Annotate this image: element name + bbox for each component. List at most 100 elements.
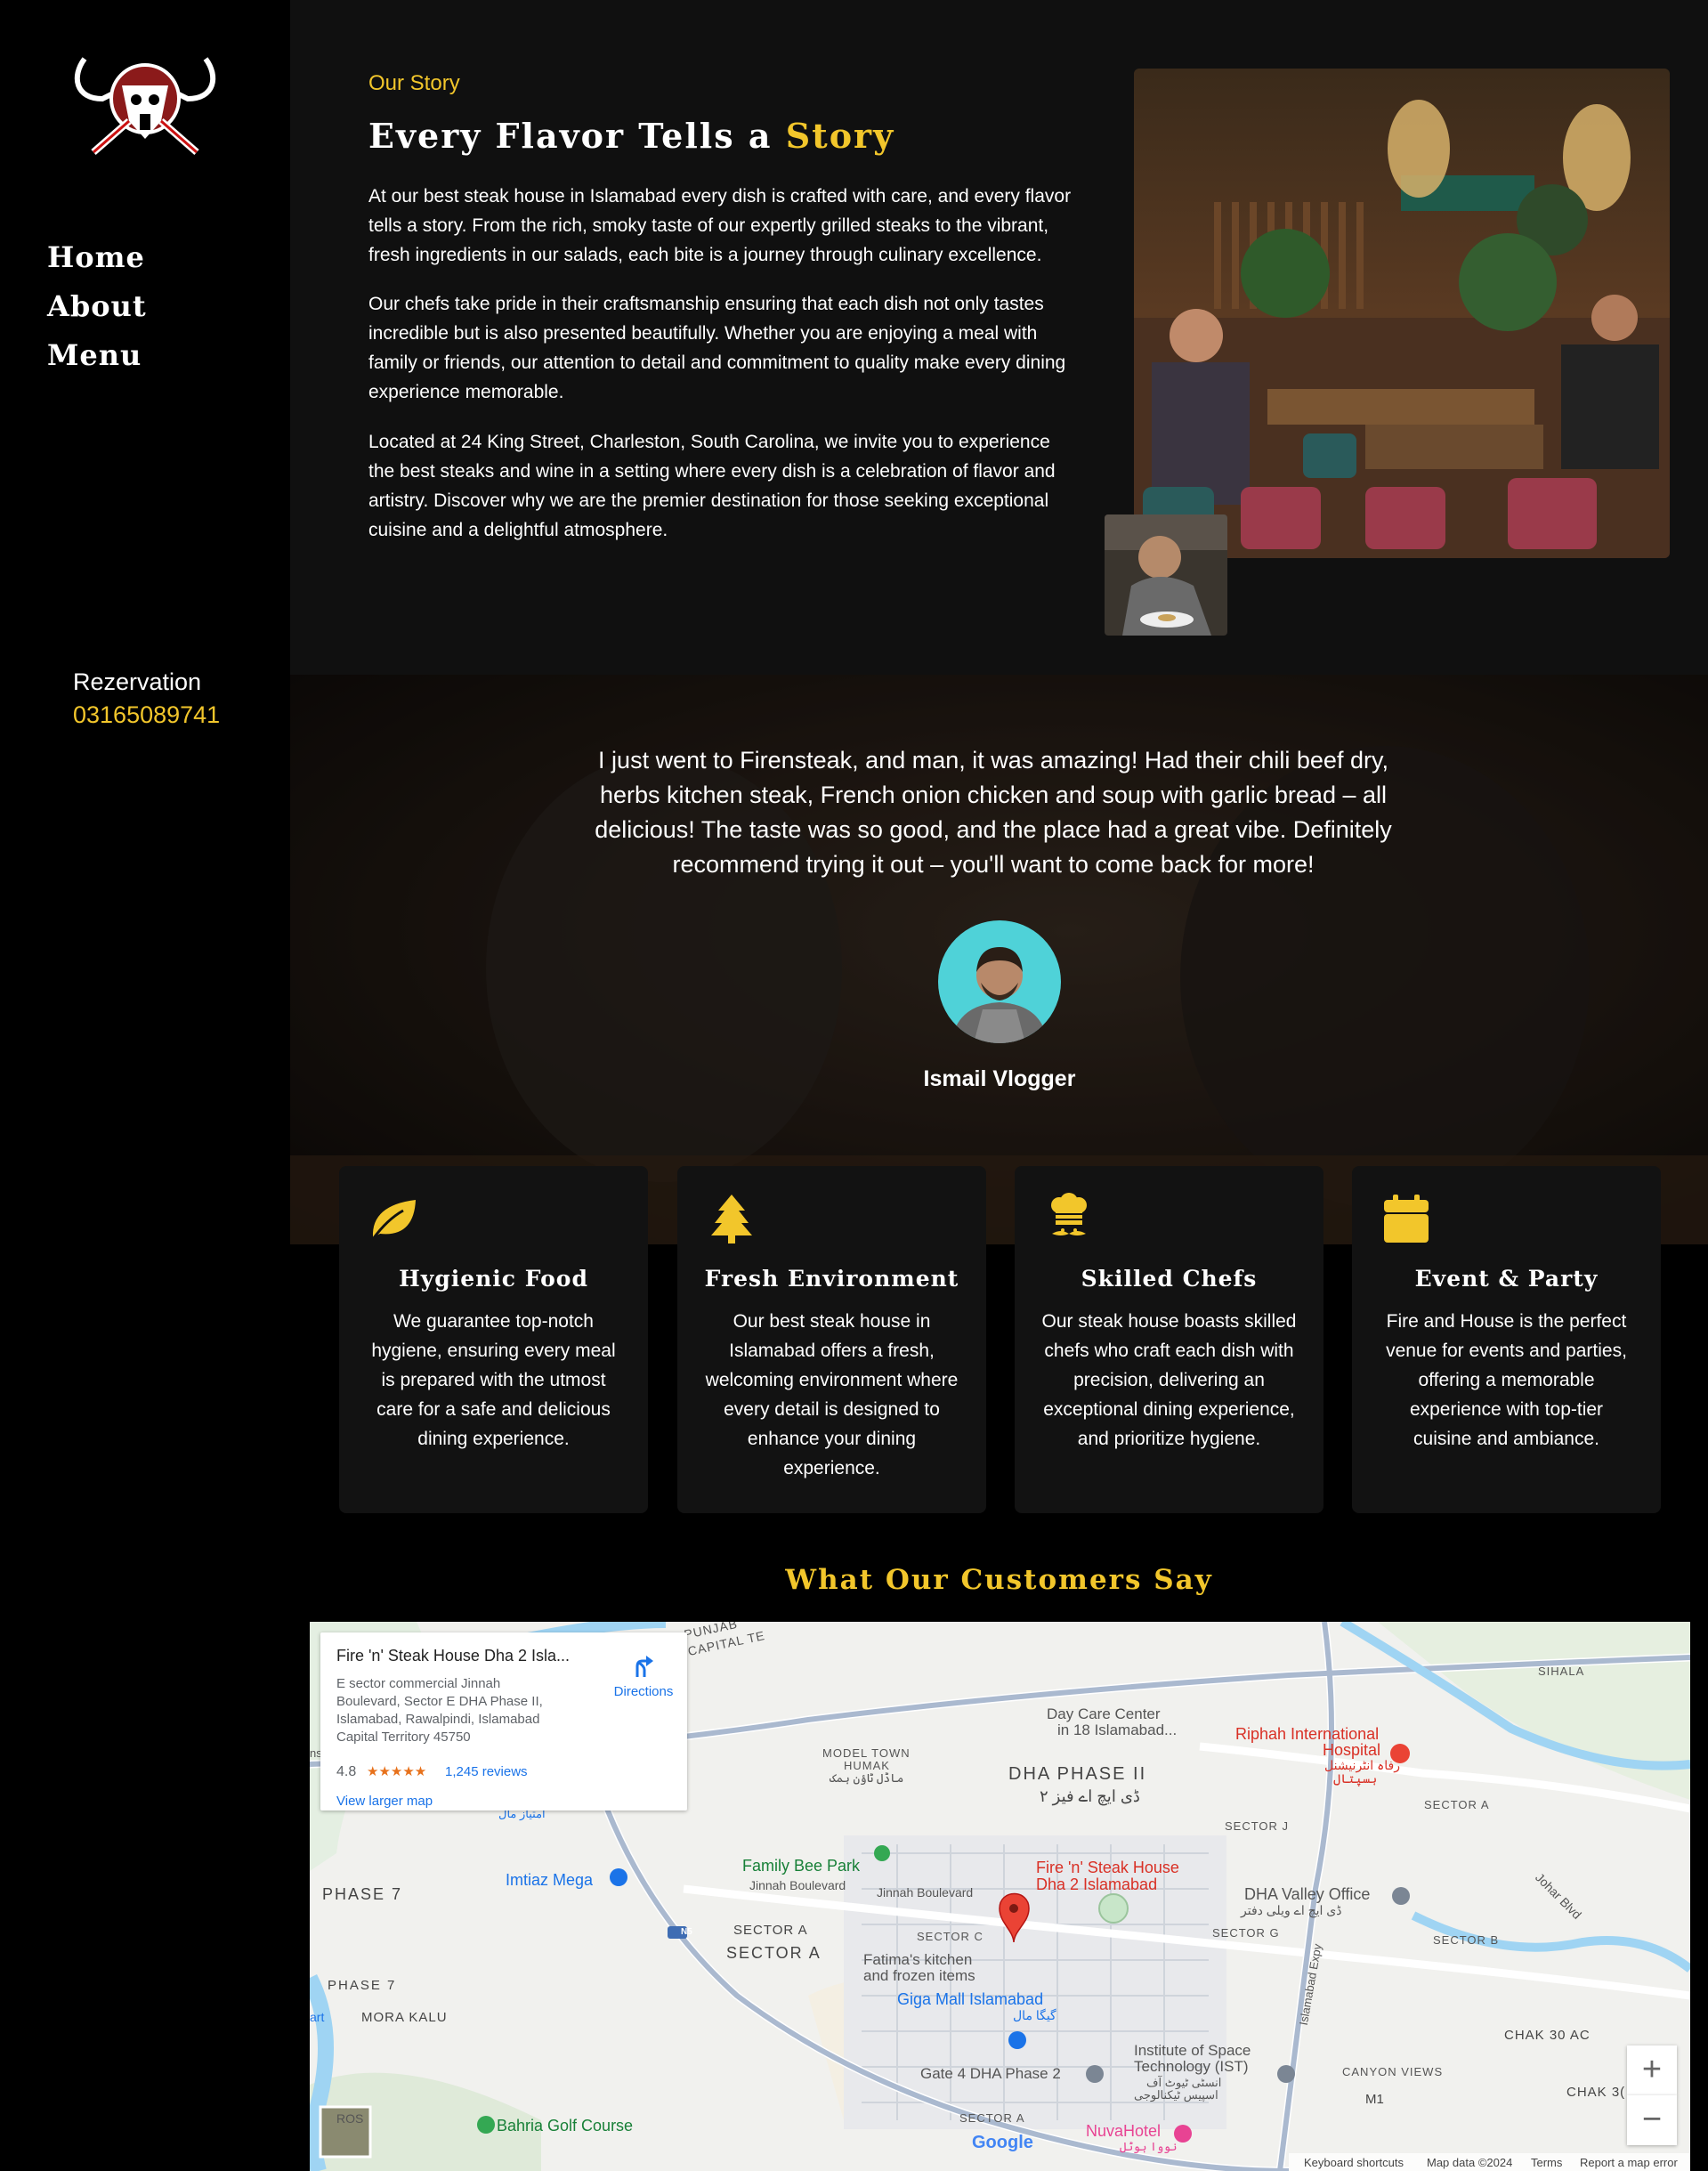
feature-title: Skilled Chefs [1081, 1266, 1258, 1292]
map-label: NuvaHotel [1086, 2122, 1162, 2140]
map-label: ڈی ایچ اے ویلی دفتر [1241, 1903, 1342, 1917]
calendar-icon [1384, 1195, 1429, 1243]
story-title: Every Flavor Tells a Story [368, 116, 894, 156]
feature-description: Fire and House is the perfect venue for … [1386, 1311, 1627, 1449]
rating-stars-icon: ★★★★★ [367, 1764, 427, 1779]
map-label: ڈی ایچ اے فیز ۲ [1040, 1787, 1140, 1805]
map-label: Giga Mall Islamabad [897, 1990, 1044, 2008]
place-name: Fire 'n' Steak House Dha 2 Isla... [336, 1647, 570, 1665]
story-paragraph: Our chefs take pride in their craftsmans… [368, 294, 1066, 402]
story-kicker: Our Story [368, 71, 460, 95]
map-label: SECTOR G [1212, 1926, 1280, 1940]
directions-button[interactable]: Directions [605, 1649, 682, 1702]
customers-section-title: What Our Customers Say [785, 1564, 1213, 1596]
reviews-link[interactable]: 1,245 reviews [445, 1764, 528, 1779]
feature-card: Skilled Chefs Our steak house boasts ski… [1015, 1166, 1323, 1513]
google-map-embed[interactable]: DHA PHASE II ڈی ایچ اے فیز ۲ MODEL TOWN … [310, 1622, 1690, 2171]
testimonial-quote: I just went to Firensteak, and man, it w… [595, 747, 1392, 878]
map-label: N5 [681, 1927, 692, 1937]
map-label: CHAK 30 AC [1504, 2028, 1591, 2043]
reservation-label: Rezervation [73, 668, 202, 695]
map-label: CHAK 3( [1566, 2085, 1626, 2100]
map-label: Bahria Golf Course [497, 2117, 634, 2135]
bull-skull-logo[interactable] [67, 50, 223, 158]
report-map-error-link[interactable]: Report a map error [1580, 2156, 1678, 2169]
feature-description: Our best steak house in Islamabad offers… [705, 1311, 959, 1478]
view-larger-map-link[interactable]: View larger map [336, 1794, 433, 1809]
map-label: SECTOR B [1433, 1933, 1500, 1947]
place-address: E sector commercial Jinnah Boulevard, Se… [336, 1676, 543, 1745]
map-label: Fatima's kitchen [863, 1951, 973, 1968]
chef-hat-icon [1051, 1193, 1087, 1235]
map-label: نووا ہوٹل [1120, 2140, 1178, 2153]
map-label: MODEL TOWN [822, 1746, 911, 1760]
map-label: Jinnah Boulevard [877, 1885, 974, 1900]
map-pin-label[interactable]: Fire 'n' Steak House [1036, 1859, 1179, 1877]
map-label: HUMAK [844, 1759, 890, 1772]
feature-card: Hygienic Food We guarantee top-notch hyg… [339, 1166, 648, 1513]
story-paragraph: At our best steak house in Islamabad eve… [368, 186, 1072, 265]
map-label: Institute of Space [1134, 2042, 1251, 2059]
feature-title: Fresh Environment [704, 1266, 959, 1292]
map-label: SECTOR A [959, 2111, 1025, 2125]
map-label: SECTOR A [726, 1944, 822, 1962]
place-rating: 4.8 [336, 1764, 357, 1779]
map-label: Jinnah Boulevard [749, 1878, 846, 1892]
zoom-in-button[interactable]: + [1627, 2045, 1677, 2095]
restaurant-interior-photo [1134, 69, 1670, 558]
map-place-card: Fire 'n' Steak House Dha 2 Isla... E sec… [320, 1632, 687, 1811]
zoom-out-button[interactable]: − [1627, 2095, 1677, 2145]
leaf-icon [371, 1200, 416, 1240]
map-label: Imtiaz Mega [506, 1871, 594, 1889]
map-label: in 18 Islamabad... [1057, 1721, 1178, 1738]
nav-menu[interactable]: Menu [47, 338, 142, 372]
map-label: SECTOR J [1225, 1819, 1290, 1833]
story-title-main: Every Flavor Tells a [368, 116, 786, 156]
story-title-highlight: Story [785, 116, 895, 156]
map-pin-label[interactable]: Dha 2 Islamabad [1036, 1875, 1157, 1894]
map-data-credit: Map data ©2024 [1427, 2156, 1513, 2169]
nav-home[interactable]: Home [47, 240, 145, 274]
map-label: and frozen items [863, 1967, 975, 1984]
reviewer-avatar [938, 920, 1061, 1043]
map-label: SECTOR A [1424, 1798, 1490, 1811]
feature-description: We guarantee top-notch hygiene, ensuring… [371, 1311, 616, 1449]
feature-title: Event & Party [1414, 1266, 1599, 1292]
map-label: گیگا مال [1013, 2008, 1056, 2022]
feature-description: Our steak house boasts skilled chefs who… [1041, 1311, 1297, 1449]
tree-icon [711, 1195, 752, 1243]
story-section: Our Story Every Flavor Tells a Story At … [290, 0, 1708, 675]
map-label: ماڈل ٹاؤن ہمک [830, 1771, 904, 1785]
chef-plating-photo [1105, 514, 1227, 636]
feature-title: Hygienic Food [399, 1266, 588, 1292]
reservation-phone[interactable]: 03165089741 [73, 701, 220, 729]
map-label: PHASE 7 [322, 1885, 403, 1903]
directions-icon [635, 1656, 653, 1677]
map-label: ہسپتال [1333, 1771, 1378, 1786]
google-logo: Google [972, 2133, 1033, 2152]
keyboard-shortcuts-link[interactable]: Keyboard shortcuts [1304, 2156, 1404, 2169]
directions-label: Directions [613, 1684, 674, 1699]
feature-card: Event & Party Fire and House is the perf… [1352, 1166, 1661, 1513]
map-label: Gate 4 DHA Phase 2 [920, 2065, 1061, 2082]
map-label: Day Care Center [1047, 1705, 1161, 1722]
nav-about[interactable]: About [47, 289, 147, 323]
story-paragraph: Located at 24 King Street, Charleston, S… [368, 432, 1056, 540]
map-label: SECTOR C [917, 1930, 984, 1943]
map-label: ROS [336, 2111, 364, 2126]
map-label: Family Bee Park [742, 1857, 861, 1875]
map-label: CANYON VIEWS [1342, 2065, 1444, 2078]
map-label: M1 [1365, 2092, 1384, 2107]
map-label: Technology (IST) [1134, 2058, 1249, 2075]
map-label: DHA Valley Office [1244, 1885, 1371, 1903]
map-label: PHASE 7 [328, 1978, 397, 1993]
terms-link[interactable]: Terms [1531, 2156, 1562, 2169]
map-label: MORA KALU [361, 2010, 448, 2025]
map-attribution-bar: Keyboard shortcuts Map data ©2024 Terms … [1289, 2153, 1690, 2171]
map-label: art [310, 2010, 325, 2024]
map-label: DHA PHASE II [1008, 1764, 1147, 1784]
map-label: SECTOR A [733, 1923, 808, 1938]
reviewer-name: Ismail Vlogger [923, 1066, 1076, 1091]
feature-card: Fresh Environment Our best steak house i… [677, 1166, 986, 1513]
testimonial-section: I just went to Firensteak, and man, it w… [290, 675, 1708, 1244]
